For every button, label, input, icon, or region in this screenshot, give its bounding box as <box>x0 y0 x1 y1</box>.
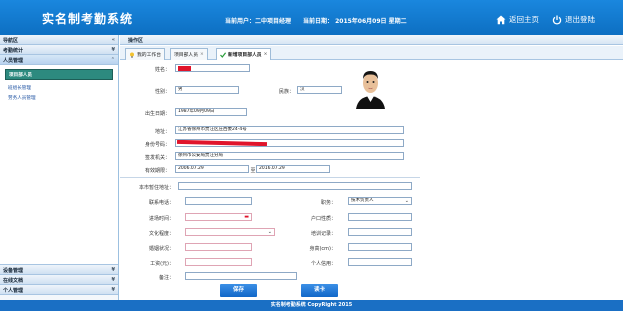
hukou-field[interactable] <box>348 213 412 221</box>
phone-field[interactable] <box>185 197 252 205</box>
remark-label: 备注： <box>158 275 174 281</box>
chevron-down-icon: ⌄ <box>267 229 272 235</box>
sidebar-item-team-leaders[interactable]: 班组长管理 <box>5 83 113 93</box>
logout-button[interactable]: 退出登陆 <box>552 14 595 25</box>
marital-field[interactable] <box>185 243 252 251</box>
training-field[interactable] <box>348 228 412 236</box>
power-icon <box>552 15 562 25</box>
name-field[interactable] <box>175 64 250 72</box>
wage-field[interactable] <box>185 258 252 266</box>
education-label: 文化程度： <box>148 231 174 237</box>
sidebar-section-personnel[interactable]: 人员管理 ⌃ <box>0 55 118 65</box>
section-label: 考勤统计 <box>3 48 24 54</box>
birth-label: 出生日期： <box>144 111 170 117</box>
tab-workbench[interactable]: 我的工作台 <box>125 48 165 60</box>
tab-label: 项目部人员 <box>174 53 198 58</box>
chevron-double-down-icon: ¥ <box>111 47 115 53</box>
sidebar: 导航区 « 考勤统计 ¥ 人员管理 ⌃ 项目部人员 班组长管理 劳务人员管理 设备管理… <box>0 35 119 300</box>
job-value: 技术负责人 <box>351 198 374 203</box>
collapse-icon[interactable]: « <box>112 37 115 43</box>
credit-field[interactable] <box>348 258 412 266</box>
sidebar-personnel-body: 项目部人员 班组长管理 劳务人员管理 <box>0 65 118 265</box>
calendar-icon[interactable]: ▬ <box>244 214 249 220</box>
valid-to-field[interactable]: 2016.07.29 <box>256 165 330 173</box>
authority-label: 签发机关： <box>144 155 170 161</box>
valid-from-field[interactable]: 2006.07.29 <box>175 165 249 173</box>
training-label: 培训记录： <box>310 231 336 237</box>
current-address-field[interactable] <box>178 182 412 190</box>
logout-label: 退出登陆 <box>565 15 595 24</box>
height-field[interactable] <box>348 243 412 251</box>
check-icon <box>220 51 226 58</box>
name-label: 姓名： <box>154 67 170 73</box>
chevron-double-down-icon: ¥ <box>111 267 115 273</box>
footer: 实名制考勤系统 CopyRight 2015 <box>0 300 623 311</box>
entry-label: 进场时间： <box>148 216 174 222</box>
chevron-down-icon: ⌄ <box>404 198 409 204</box>
job-label: 职务： <box>320 200 336 206</box>
idno-label: 身份号码： <box>144 142 170 148</box>
hukou-label: 户口性质： <box>310 216 336 222</box>
tab-label: 新增项目部人员 <box>228 53 262 58</box>
ops-title-bar: 操作区 <box>120 35 623 45</box>
marital-label: 婚姻状况： <box>148 246 174 252</box>
close-icon[interactable]: × <box>264 52 268 57</box>
chevron-double-down-icon: ¥ <box>111 277 115 283</box>
sidebar-section-personal[interactable]: 个人管理 ¥ <box>0 285 118 295</box>
tab-add-project-staff[interactable]: 新增项目部人员 × <box>216 48 272 60</box>
wage-label: 工资(元)： <box>150 261 174 267</box>
close-icon[interactable]: × <box>200 52 204 57</box>
phone-label: 联系电话： <box>148 200 174 206</box>
chevron-double-down-icon: ¥ <box>111 287 115 293</box>
current-date: 当前日期： 2015年06月09日 星期二 <box>303 18 407 25</box>
tab-label: 我的工作台 <box>137 53 161 58</box>
chevron-double-up-icon: ⌃ <box>110 57 115 63</box>
height-label: 身高(cm)： <box>309 246 336 252</box>
nav-title-bar: 导航区 « <box>0 35 118 45</box>
home-button[interactable]: 返回主页 <box>496 14 539 25</box>
ethnicity-field[interactable]: 汉 <box>297 86 342 94</box>
sidebar-section-documents[interactable]: 在线文档 ¥ <box>0 275 118 285</box>
tab-project-staff[interactable]: 项目部人员 × <box>170 48 208 60</box>
current-user: 当前用户：二中项目经理 <box>225 18 292 25</box>
section-label: 在线文档 <box>3 278 24 284</box>
portrait-photo <box>352 62 389 109</box>
home-icon <box>496 15 506 24</box>
nav-title: 导航区 <box>3 38 19 44</box>
job-select[interactable]: 技术负责人 ⌄ <box>348 197 412 205</box>
redaction <box>176 140 268 146</box>
redaction <box>178 66 191 71</box>
read-card-button[interactable]: 读卡 <box>301 284 338 297</box>
ops-title: 操作区 <box>128 38 144 44</box>
sidebar-section-attendance[interactable]: 考勤统计 ¥ <box>0 45 118 55</box>
gender-field[interactable]: 男 <box>175 86 239 94</box>
address-field[interactable]: 江苏省徐州市贾汪区庄西委24-4号 <box>175 126 404 134</box>
home-label: 返回主页 <box>509 15 539 24</box>
entry-date-field[interactable]: ▬ <box>185 213 252 221</box>
app-title: 实名制考勤系统 <box>42 12 134 26</box>
validity-label: 有效期限： <box>144 168 170 174</box>
authority-field[interactable]: 徐州市公安局贾汪分局 <box>175 152 404 160</box>
credit-label: 个人信用： <box>310 261 336 267</box>
current-address-label: 本市暂住地址： <box>138 185 174 191</box>
section-label: 人员管理 <box>3 58 24 64</box>
tab-bar: 我的工作台 项目部人员 × 新增项目部人员 × <box>120 46 623 60</box>
sidebar-item-labor-staff[interactable]: 劳务人员管理 <box>5 93 113 103</box>
ethnicity-label: 民族： <box>278 89 294 95</box>
section-label: 个人管理 <box>3 288 24 294</box>
sidebar-section-devices[interactable]: 设备管理 ¥ <box>0 265 118 275</box>
app-header: 实名制考勤系统 当前用户：二中项目经理 当前日期： 2015年06月09日 星期… <box>0 0 623 35</box>
staff-form: 姓名： 性别： 男 民族： 汉 出生日期： 1987年09月09日 地址： 江苏… <box>120 61 623 300</box>
remark-field[interactable] <box>185 272 297 280</box>
divider <box>120 177 420 178</box>
idno-field[interactable] <box>175 139 404 147</box>
bulb-icon <box>130 52 134 58</box>
birth-field[interactable]: 1987年09月09日 <box>175 108 247 116</box>
save-button[interactable]: 保存 <box>220 284 257 297</box>
gender-label: 性别： <box>154 89 170 95</box>
address-label: 地址： <box>154 129 170 135</box>
education-select[interactable]: ⌄ <box>185 228 275 236</box>
sidebar-item-project-staff[interactable]: 项目部人员 <box>5 69 113 80</box>
section-label: 设备管理 <box>3 268 24 274</box>
